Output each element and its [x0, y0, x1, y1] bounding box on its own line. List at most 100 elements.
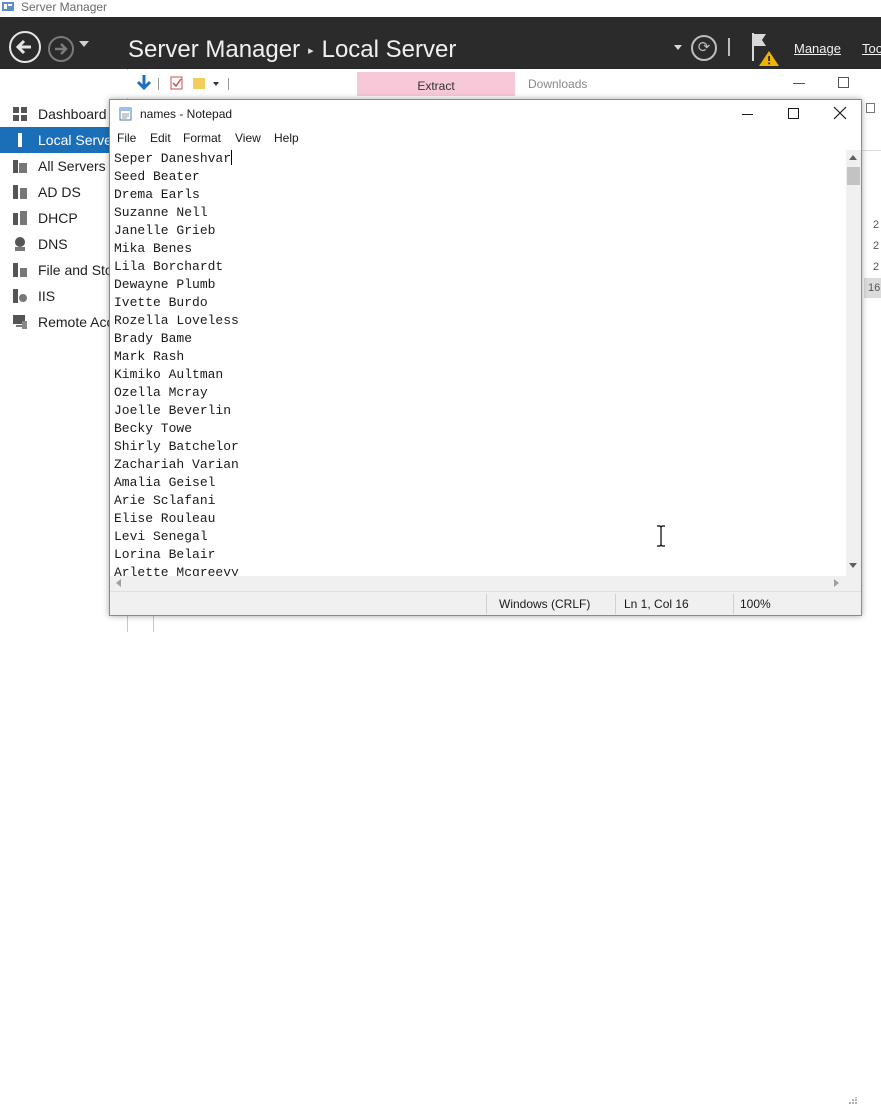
- quick-access-dropdown-icon[interactable]: [213, 82, 219, 86]
- text-line: Lila Borchardt: [114, 259, 224, 274]
- menu-view[interactable]: View: [235, 131, 261, 145]
- file-storage-icon: [13, 263, 27, 277]
- notepad-window: names - Notepad File Edit Format View He…: [109, 99, 862, 1104]
- status-line-ending: Windows (CRLF): [499, 597, 591, 611]
- vertical-scrollbar[interactable]: [846, 150, 861, 576]
- menu-help[interactable]: Help: [274, 131, 299, 145]
- sidebar-item-ad-ds[interactable]: AD DS: [0, 179, 127, 205]
- menu-edit[interactable]: Edit: [150, 131, 171, 145]
- sidebar-item-dashboard[interactable]: Dashboard: [0, 101, 127, 127]
- sidebar-item-label: Remote Acc: [38, 314, 114, 330]
- scrollbar-corner: [846, 576, 861, 591]
- text-line: Levi Senegal: [114, 529, 208, 544]
- breadcrumb-root: Server Manager: [128, 36, 301, 63]
- close-icon: [833, 106, 847, 120]
- dns-icon: [15, 237, 25, 251]
- sidebar-item-file-storage[interactable]: File and Sto: [0, 257, 127, 283]
- status-position: Ln 1, Col 16: [624, 597, 689, 611]
- horizontal-scrollbar[interactable]: [110, 576, 846, 591]
- header-dropdown-icon[interactable]: [674, 45, 682, 50]
- explorer-maximize-button[interactable]: [838, 77, 849, 88]
- notifications-flag-icon[interactable]: [750, 31, 780, 67]
- text-line: Ivette Burdo: [114, 295, 208, 310]
- forward-button[interactable]: [48, 36, 74, 62]
- scroll-right-arrow-icon[interactable]: [834, 579, 839, 587]
- text-line: Mika Benes: [114, 241, 193, 256]
- text-caret: [231, 150, 233, 165]
- server-manager-app-icon: [2, 2, 14, 11]
- status-divider: [486, 594, 487, 614]
- sidebar-item-label: File and Sto: [38, 262, 113, 278]
- sidebar-item-iis[interactable]: IIS: [0, 283, 127, 309]
- manage-menu[interactable]: Manage: [794, 41, 841, 56]
- notepad-menubar: File Edit Format View Help: [110, 129, 861, 149]
- text-line: Ozella Mcray: [114, 385, 208, 400]
- notepad-text-area[interactable]: Seper Daneshvar Seed Beater Drema Earls …: [113, 150, 846, 576]
- text-line: Seper Daneshvar: [114, 150, 233, 166]
- text-line: Arie Sclafani: [114, 493, 216, 508]
- explorer-divider: [862, 150, 881, 151]
- text-line: Dewayne Plumb: [114, 277, 216, 292]
- extract-tab[interactable]: Extract: [357, 72, 515, 96]
- remote-access-icon: [13, 315, 27, 329]
- server-manager-header: Server Manager ▸ Local Server ⟳ Manage Too: [0, 17, 881, 69]
- explorer-checkbox[interactable]: [866, 103, 875, 113]
- text-line: Arlette Mcgreevy: [114, 565, 239, 576]
- dashboard-icon: [13, 107, 27, 121]
- all-servers-icon: [13, 160, 27, 173]
- breadcrumb-current: Local Server: [321, 36, 457, 63]
- text-line: Suzanne Nell: [114, 205, 208, 220]
- breadcrumb: Server Manager ▸ Local Server: [128, 36, 456, 65]
- tools-menu[interactable]: Too: [862, 41, 881, 56]
- vertical-scroll-thumb[interactable]: [847, 167, 860, 185]
- sidebar-item-dns[interactable]: DNS: [0, 231, 127, 257]
- status-zoom: 100%: [740, 597, 771, 611]
- sidebar-item-label: Local Server: [38, 132, 117, 148]
- scroll-left-arrow-icon[interactable]: [116, 579, 121, 587]
- menu-file[interactable]: File: [117, 131, 136, 145]
- sidebar: Dashboard Local Server All Servers AD DS…: [0, 69, 127, 632]
- sidebar-item-dhcp[interactable]: DHCP: [0, 205, 127, 231]
- toolbar-separator: [228, 78, 229, 90]
- back-button[interactable]: [9, 31, 41, 63]
- sidebar-item-all-servers[interactable]: All Servers: [0, 153, 127, 179]
- properties-check-icon[interactable]: [170, 76, 184, 90]
- toolbar-separator: [158, 78, 159, 90]
- text-line: Janelle Grieb: [114, 223, 216, 238]
- text-line: Shirly Batchelor: [114, 439, 239, 454]
- scroll-up-arrow-icon[interactable]: [849, 155, 857, 160]
- sidebar-item-label: DNS: [38, 236, 68, 252]
- minimize-button[interactable]: [742, 114, 753, 115]
- status-divider: [733, 594, 734, 614]
- download-arrow-icon[interactable]: [136, 74, 152, 92]
- iis-icon: [13, 289, 27, 303]
- notepad-titlebar[interactable]: names - Notepad: [110, 100, 861, 129]
- sidebar-item-local-server[interactable]: Local Server: [0, 127, 127, 153]
- nav-history-dropdown[interactable]: [79, 41, 89, 47]
- text-line: Brady Bame: [114, 331, 193, 346]
- local-server-icon: [18, 133, 22, 147]
- text-line: Becky Towe: [114, 421, 193, 436]
- explorer-minimize-button[interactable]: [793, 83, 805, 84]
- text-line: Seed Beater: [114, 169, 200, 184]
- refresh-icon[interactable]: ⟳: [691, 35, 717, 61]
- close-button[interactable]: [833, 104, 847, 122]
- text-line: Elise Rouleau: [114, 511, 216, 526]
- sidebar-item-label: All Servers: [38, 158, 106, 174]
- sidebar-item-remote-access[interactable]: Remote Acc: [0, 309, 127, 335]
- sidebar-item-label: AD DS: [38, 184, 81, 200]
- notepad-app-icon: [119, 107, 132, 121]
- text-line: Kimiko Aultman: [114, 367, 224, 382]
- text-line: Mark Rash: [114, 349, 185, 364]
- ibeam-cursor-icon: [657, 525, 665, 547]
- server-manager-titlebar: Server Manager: [0, 0, 881, 17]
- dhcp-icon: [13, 211, 27, 225]
- breadcrumb-separator-icon: ▸: [308, 44, 314, 57]
- folder-icon[interactable]: [192, 76, 206, 90]
- scroll-down-arrow-icon[interactable]: [849, 563, 857, 568]
- header-divider: [728, 38, 730, 56]
- explorer-pane-divider: [153, 616, 154, 632]
- maximize-button[interactable]: [788, 108, 799, 119]
- menu-format[interactable]: Format: [183, 131, 221, 145]
- resize-grip-icon[interactable]: [848, 1097, 858, 1105]
